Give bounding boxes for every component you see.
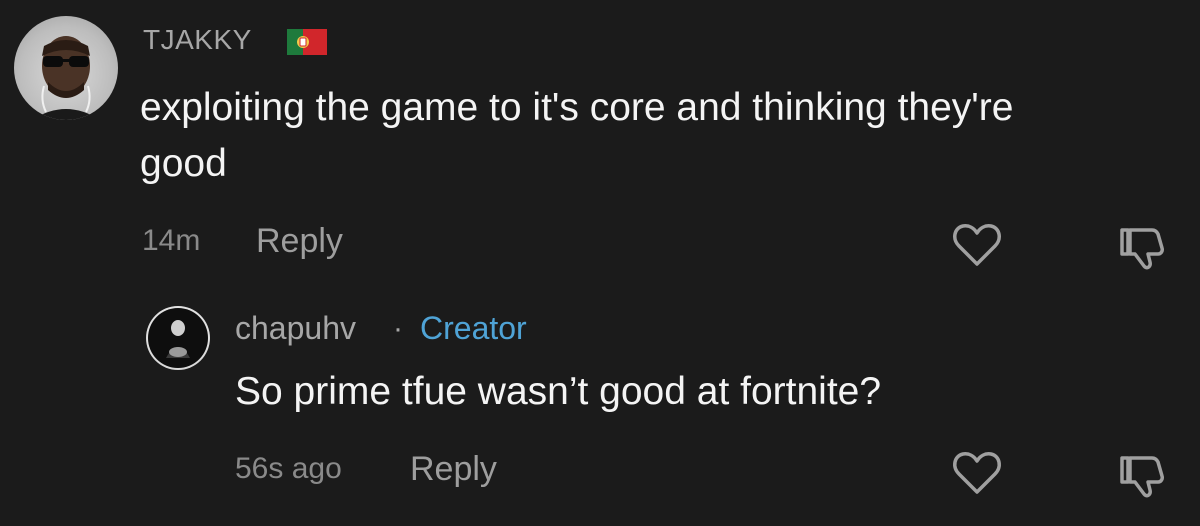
creator-badge: Creator [420, 310, 527, 346]
reply-timestamp: 56s ago [235, 452, 342, 485]
comment-username[interactable]: TJAKKY [143, 24, 252, 56]
comment-timestamp: 14m [142, 224, 201, 257]
portugal-flag-icon [287, 29, 327, 55]
avatar[interactable] [14, 16, 118, 120]
reply-button[interactable]: Reply [256, 222, 343, 261]
reply-button[interactable]: Reply [410, 450, 497, 489]
reply-username[interactable]: chapuhv [235, 310, 356, 347]
thumbs-down-icon[interactable] [1118, 446, 1172, 500]
user-avatar-icon [32, 36, 100, 120]
heart-icon[interactable] [951, 222, 1003, 268]
reply-text: So prime tfue wasn’t good at fortnite? [235, 370, 882, 413]
user-avatar-icon [148, 308, 208, 368]
avatar[interactable] [146, 306, 210, 370]
comment-text: exploiting the game to it's core and thi… [140, 86, 1014, 185]
heart-icon[interactable] [951, 450, 1003, 496]
thumbs-down-icon[interactable] [1118, 218, 1172, 272]
separator-dot: · [393, 312, 403, 345]
